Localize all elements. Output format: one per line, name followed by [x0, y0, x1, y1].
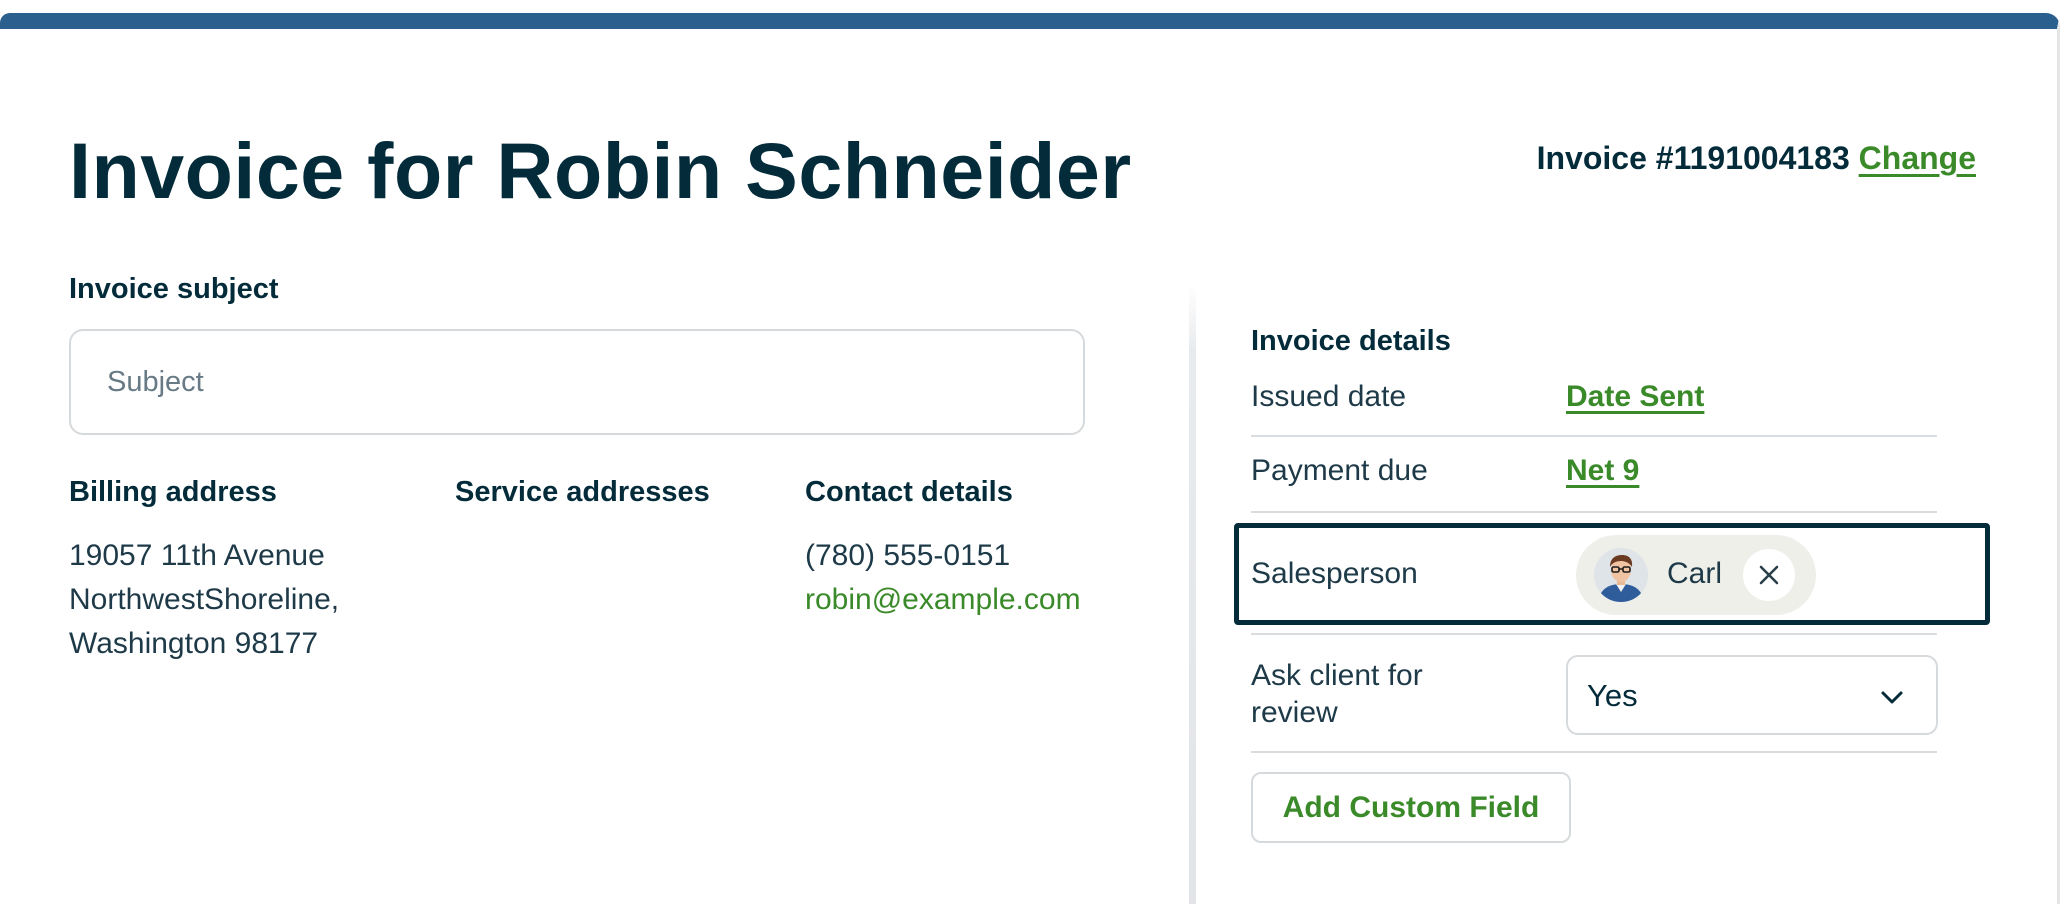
- page-title: Invoice for Robin Schneider: [69, 126, 1132, 215]
- subject-input[interactable]: [69, 329, 1085, 435]
- avatar-image: [1594, 548, 1648, 602]
- billing-address-heading: Billing address: [69, 476, 277, 508]
- salesperson-row[interactable]: Salesperson Carl: [1234, 523, 1990, 625]
- payment-due-label: Payment due: [1251, 454, 1428, 487]
- chevron-down-icon: [1881, 691, 1903, 704]
- billing-address-line: 19057 11th Avenue: [69, 539, 325, 572]
- add-custom-field-button[interactable]: Add Custom Field: [1251, 772, 1571, 843]
- issued-date-label: Issued date: [1251, 380, 1407, 413]
- service-addresses-heading: Service addresses: [455, 476, 710, 508]
- remove-salesperson-button[interactable]: [1743, 549, 1795, 601]
- column-divider: [1189, 284, 1196, 904]
- invoice-number-text: Invoice #1191004183: [1536, 140, 1850, 176]
- contact-details-heading: Contact details: [805, 476, 1013, 508]
- salesperson-label: Salesperson: [1251, 557, 1418, 590]
- salesperson-name: Carl: [1667, 557, 1723, 590]
- payment-due-link[interactable]: Net 9: [1566, 454, 1639, 488]
- issued-date-link[interactable]: Date Sent: [1566, 380, 1704, 414]
- ask-review-label: Ask client for review: [1251, 659, 1423, 729]
- change-invoice-number-link[interactable]: Change: [1859, 140, 1976, 176]
- close-icon: [1759, 565, 1779, 585]
- page: Invoice for Robin Schneider Invoice #119…: [0, 0, 2062, 904]
- contact-email-link[interactable]: robin@example.com: [805, 578, 1081, 622]
- ask-review-selected-value: Yes: [1587, 678, 1638, 713]
- ask-review-select[interactable]: Yes: [1566, 655, 1938, 735]
- subject-label: Invoice subject: [69, 273, 279, 305]
- invoice-card: Invoice for Robin Schneider Invoice #119…: [0, 13, 2060, 904]
- contact-phone: (780) 555-0151: [805, 539, 1011, 572]
- salesperson-chip[interactable]: Carl: [1576, 535, 1816, 615]
- ask-review-row: Ask client for review Yes: [1251, 635, 1938, 753]
- billing-address: 19057 11th Avenue NorthwestShoreline, Wa…: [69, 534, 339, 666]
- invoice-details-heading: Invoice details: [1251, 325, 1451, 357]
- contact-details: (780) 555-0151 robin@example.com: [805, 534, 1081, 622]
- avatar: [1594, 548, 1648, 602]
- billing-address-line: Washington 98177: [69, 627, 319, 660]
- invoice-number: Invoice #1191004183 Change: [1537, 140, 1976, 177]
- issued-date-row: Issued date Date Sent: [1251, 369, 1937, 437]
- payment-due-row: Payment due Net 9: [1251, 437, 1937, 513]
- billing-address-line: NorthwestShoreline,: [69, 583, 340, 616]
